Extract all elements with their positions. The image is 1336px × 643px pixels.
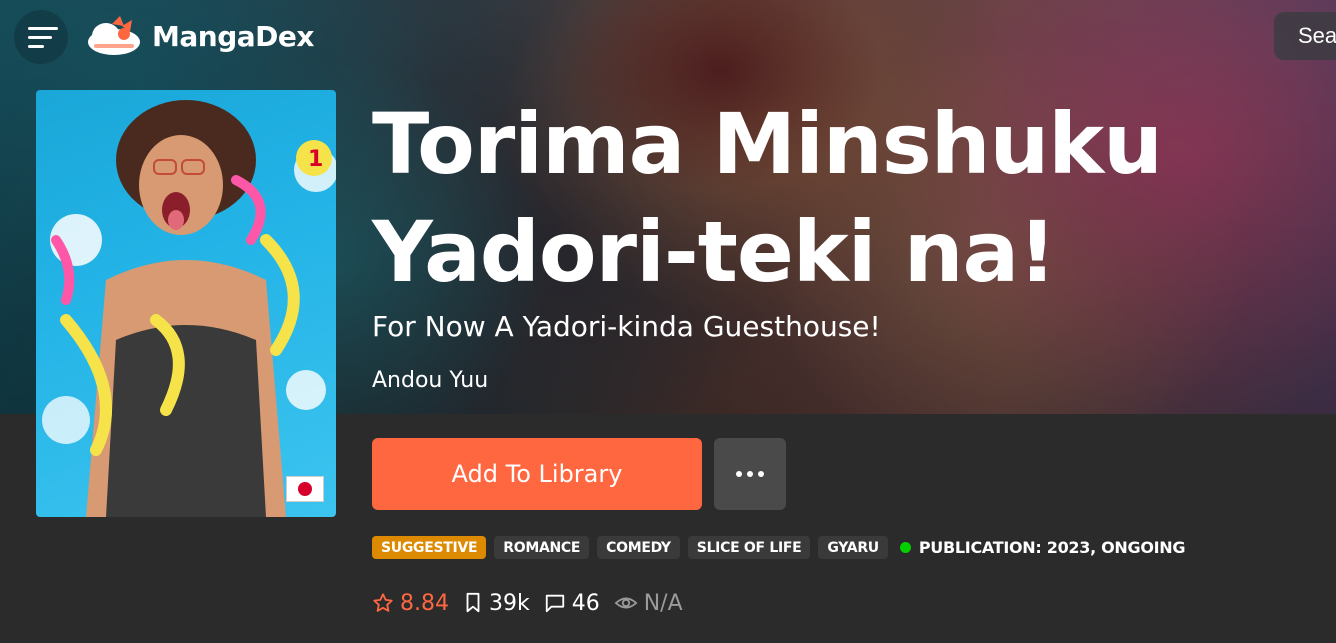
- cover-image[interactable]: 1: [36, 90, 336, 517]
- title-line-1: Torima Minshuku: [372, 95, 1163, 193]
- tag-slice-of-life[interactable]: SLICE OF LIFE: [687, 536, 811, 559]
- follows-value: 39k: [488, 590, 530, 616]
- manga-title: Torima Minshuku Yadori-teki na!: [372, 90, 1312, 306]
- publication-text: PUBLICATION: 2023, ONGOING: [918, 538, 1186, 557]
- jp-flag-icon: [286, 476, 324, 502]
- more-options-button[interactable]: [714, 438, 786, 510]
- title-line-2: Yadori-teki na!: [372, 203, 1057, 301]
- logo-text: MangaDex: [152, 19, 314, 53]
- ellipsis-icon: [736, 471, 764, 477]
- views-stat: N/A: [614, 591, 683, 616]
- comments-value: 46: [571, 590, 600, 616]
- search-input[interactable]: Sea: [1274, 12, 1336, 60]
- status-dot-icon: [899, 542, 911, 553]
- comments-stat[interactable]: 46: [544, 591, 600, 616]
- eye-icon: [614, 597, 638, 609]
- author-link[interactable]: Andou Yuu: [372, 368, 488, 393]
- svg-text:1: 1: [308, 147, 323, 172]
- bookmark-icon: [466, 592, 480, 613]
- star-icon: [373, 593, 393, 612]
- tag-romance[interactable]: ROMANCE: [494, 536, 590, 559]
- follows-stat: 39k: [463, 591, 530, 616]
- logo[interactable]: MangaDex: [86, 14, 314, 58]
- menu-icon[interactable]: [14, 10, 68, 64]
- tag-gyaru[interactable]: GYARU: [818, 536, 888, 559]
- add-to-library-button[interactable]: Add To Library: [372, 438, 702, 510]
- rating-stat[interactable]: 8.84: [372, 591, 449, 616]
- alt-title: For Now A Yadori-kinda Guesthouse!: [372, 310, 881, 343]
- cover-artwork: 1: [42, 100, 336, 517]
- add-to-library-label: Add To Library: [451, 460, 623, 488]
- mangadex-logo-icon: [88, 16, 140, 55]
- search-placeholder: Sea: [1298, 23, 1336, 48]
- tag-comedy[interactable]: COMEDY: [597, 536, 680, 559]
- tag-list: SUGGESTIVE ROMANCE COMEDY SLICE OF LIFE …: [372, 536, 1186, 559]
- views-value: N/A: [643, 590, 683, 616]
- tag-suggestive[interactable]: SUGGESTIVE: [372, 536, 487, 559]
- comment-icon: [545, 594, 564, 613]
- rating-value: 8.84: [400, 590, 449, 616]
- publication-status: PUBLICATION: 2023, ONGOING: [899, 538, 1186, 557]
- stats-bar: 8.84 39k 46 N/A: [372, 588, 683, 618]
